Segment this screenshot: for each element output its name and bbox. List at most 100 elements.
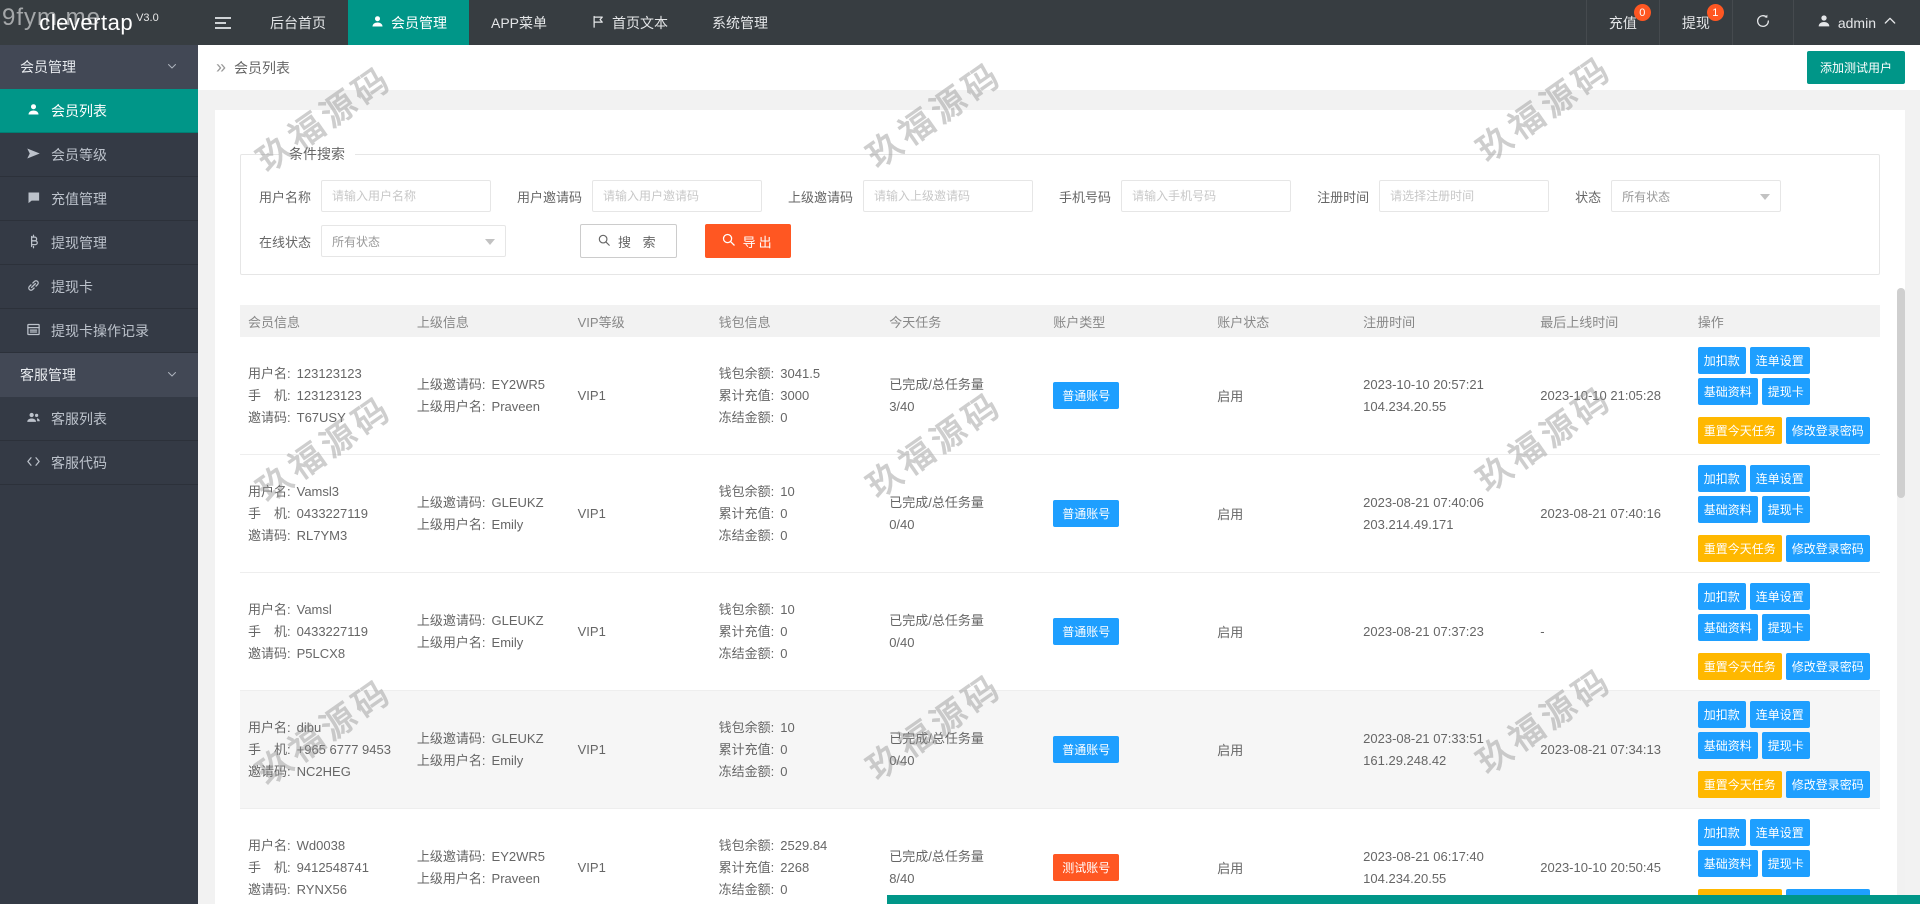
last-online-time: 2023-08-21 07:34:13	[1540, 742, 1661, 757]
add-deduct-button[interactable]: 加扣款	[1698, 701, 1746, 728]
basic-profile-button[interactable]: 基础资料	[1698, 378, 1758, 405]
task-progress: 0/40	[889, 750, 1037, 772]
basic-profile-button[interactable]: 基础资料	[1698, 850, 1758, 877]
chevron-up-icon	[1882, 13, 1898, 32]
sidebar-toggle-button[interactable]	[198, 0, 248, 45]
reset-today-task-button[interactable]: 重置今天任务	[1698, 417, 1782, 444]
scrollbar-thumb[interactable]	[1897, 288, 1905, 498]
reset-today-task-button[interactable]: 重置今天任务	[1698, 771, 1782, 798]
last-online-cell: -	[1532, 573, 1689, 691]
chain-order-settings-button[interactable]: 连单设置	[1750, 583, 1810, 610]
bitcoin-icon	[26, 234, 41, 252]
wallet-info-cell: 钱包余额:10 累计充值:0 冻结金额:0	[711, 691, 882, 809]
table-vertical-scrollbar[interactable]	[1897, 288, 1905, 904]
search-button[interactable]: 搜 索	[580, 224, 677, 258]
chain-order-settings-button[interactable]: 连单设置	[1750, 701, 1810, 728]
parent-invite-code-input[interactable]	[863, 180, 1033, 212]
reg-time-input[interactable]	[1379, 180, 1549, 212]
task-progress: 0/40	[889, 514, 1037, 536]
sidebar-section-members[interactable]: 会员管理	[0, 45, 198, 89]
sidebar-item-support-code[interactable]: 客服代码	[0, 441, 198, 485]
add-test-user-button[interactable]: 添加测试用户	[1807, 51, 1905, 84]
export-button[interactable]: 导出	[705, 224, 791, 258]
breadcrumb-icon: »	[216, 57, 226, 78]
last-online-cell: 2023-10-10 20:50:45	[1532, 809, 1689, 904]
parent-invite-code: GLEUKZ	[492, 495, 544, 510]
chain-order-settings-button[interactable]: 连单设置	[1750, 347, 1810, 374]
change-password-button[interactable]: 修改登录密码	[1786, 535, 1870, 562]
account-status: 启用	[1217, 861, 1243, 876]
recharge-notice-button[interactable]: 充值 0	[1586, 0, 1659, 45]
reg-time-cell: 2023-08-21 07:40:06 203.214.49.171	[1355, 455, 1532, 573]
chain-order-settings-button[interactable]: 连单设置	[1750, 819, 1810, 846]
reg-time-cell: 2023-08-21 07:33:51 161.29.248.42	[1355, 691, 1532, 809]
search-icon	[721, 232, 736, 250]
reset-today-task-button[interactable]: 重置今天任务	[1698, 535, 1782, 562]
account-status-cell: 启用	[1209, 809, 1355, 904]
add-deduct-button[interactable]: 加扣款	[1698, 819, 1746, 846]
phone-input[interactable]	[1121, 180, 1291, 212]
withdraw-notice-button[interactable]: 提现 1	[1659, 0, 1732, 45]
vip-level-cell: VIP1	[570, 337, 711, 455]
col-member-info: 会员信息	[240, 305, 409, 337]
member-phone: 0433227119	[297, 624, 368, 639]
basic-profile-button[interactable]: 基础资料	[1698, 732, 1758, 759]
basic-profile-button[interactable]: 基础资料	[1698, 614, 1758, 641]
wallet-frozen: 0	[780, 646, 787, 661]
nav-item-dashboard[interactable]: 后台首页	[248, 0, 348, 45]
withdraw-card-button[interactable]: 提现卡	[1762, 496, 1810, 523]
basic-profile-button[interactable]: 基础资料	[1698, 496, 1758, 523]
withdraw-card-button[interactable]: 提现卡	[1762, 850, 1810, 877]
wallet-info-cell: 钱包余额:3041.5 累计充值:3000 冻结金额:0	[711, 337, 882, 455]
nav-item-home-text[interactable]: 首页文本	[569, 0, 690, 45]
sidebar-item-member-list[interactable]: 会员列表	[0, 89, 198, 133]
online-status-select[interactable]: 所有状态	[321, 225, 506, 257]
nav-item-members[interactable]: 会员管理	[348, 0, 469, 45]
account-status: 启用	[1217, 507, 1243, 522]
today-task-cell: 已完成/总任务量 0/40	[881, 691, 1045, 809]
nav-item-app-menu[interactable]: APP菜单	[469, 0, 569, 45]
sidebar-item-withdraw-card[interactable]: 提现卡	[0, 265, 198, 309]
add-deduct-button[interactable]: 加扣款	[1698, 583, 1746, 610]
user-menu[interactable]: admin	[1793, 0, 1920, 45]
member-info-cell: 用户名:Vamsl 手 机:0433227119 邀请码:P5LCX8	[240, 573, 409, 691]
withdraw-card-button[interactable]: 提现卡	[1762, 614, 1810, 641]
sidebar-item-withdraw-card-log[interactable]: 提现卡操作记录	[0, 309, 198, 353]
sidebar-item-member-level[interactable]: 会员等级	[0, 133, 198, 177]
chain-order-settings-button[interactable]: 连单设置	[1750, 465, 1810, 492]
bottom-scroll-strip[interactable]	[887, 895, 1920, 904]
change-password-button[interactable]: 修改登录密码	[1786, 771, 1870, 798]
change-password-button[interactable]: 修改登录密码	[1786, 653, 1870, 680]
withdraw-card-button[interactable]: 提现卡	[1762, 732, 1810, 759]
wallet-info-cell: 钱包余额:10 累计充值:0 冻结金额:0	[711, 455, 882, 573]
flag-icon	[591, 14, 606, 32]
sidebar-section-support[interactable]: 客服管理	[0, 353, 198, 397]
username-input[interactable]	[321, 180, 491, 212]
add-deduct-button[interactable]: 加扣款	[1698, 465, 1746, 492]
nav-item-system[interactable]: 系统管理	[690, 0, 790, 45]
sidebar-item-withdraw-mgmt[interactable]: 提现管理	[0, 221, 198, 265]
add-deduct-button[interactable]: 加扣款	[1698, 347, 1746, 374]
account-status-cell: 启用	[1209, 691, 1355, 809]
reg-time: 2023-08-21 07:33:51	[1363, 728, 1524, 750]
account-type-cell: 普通账号	[1045, 691, 1209, 809]
wallet-balance: 2529.84	[780, 838, 827, 853]
withdraw-card-button[interactable]: 提现卡	[1762, 378, 1810, 405]
change-password-button[interactable]: 修改登录密码	[1786, 417, 1870, 444]
refresh-button[interactable]	[1732, 0, 1793, 45]
sidebar-item-recharge-mgmt[interactable]: 充值管理	[0, 177, 198, 221]
member-info-cell: 用户名:dibu 手 机:+965 6777 9453 邀请码:NC2HEG	[240, 691, 409, 809]
account-type-badge: 普通账号	[1053, 382, 1119, 409]
sidebar-item-support-list[interactable]: 客服列表	[0, 397, 198, 441]
status-select[interactable]: 所有状态	[1611, 180, 1781, 212]
reset-today-task-button[interactable]: 重置今天任务	[1698, 653, 1782, 680]
search-row-1: 用户名称 用户邀请码 上级邀请码 手机号码	[259, 180, 1861, 212]
parent-info-cell: 上级邀请码:EY2WR5 上级用户名:Praveen	[409, 337, 570, 455]
topbar-right: 充值 0 提现 1 admin	[1586, 0, 1920, 45]
account-type-badge: 测试账号	[1053, 854, 1119, 881]
last-online-cell: 2023-08-21 07:34:13	[1532, 691, 1689, 809]
wallet-frozen: 0	[780, 882, 787, 897]
member-info-cell: 用户名:Wd0038 手 机:9412548741 邀请码:RYNX56	[240, 809, 409, 904]
logo: clevertap V3.0	[0, 0, 198, 45]
user-invite-code-input[interactable]	[592, 180, 762, 212]
